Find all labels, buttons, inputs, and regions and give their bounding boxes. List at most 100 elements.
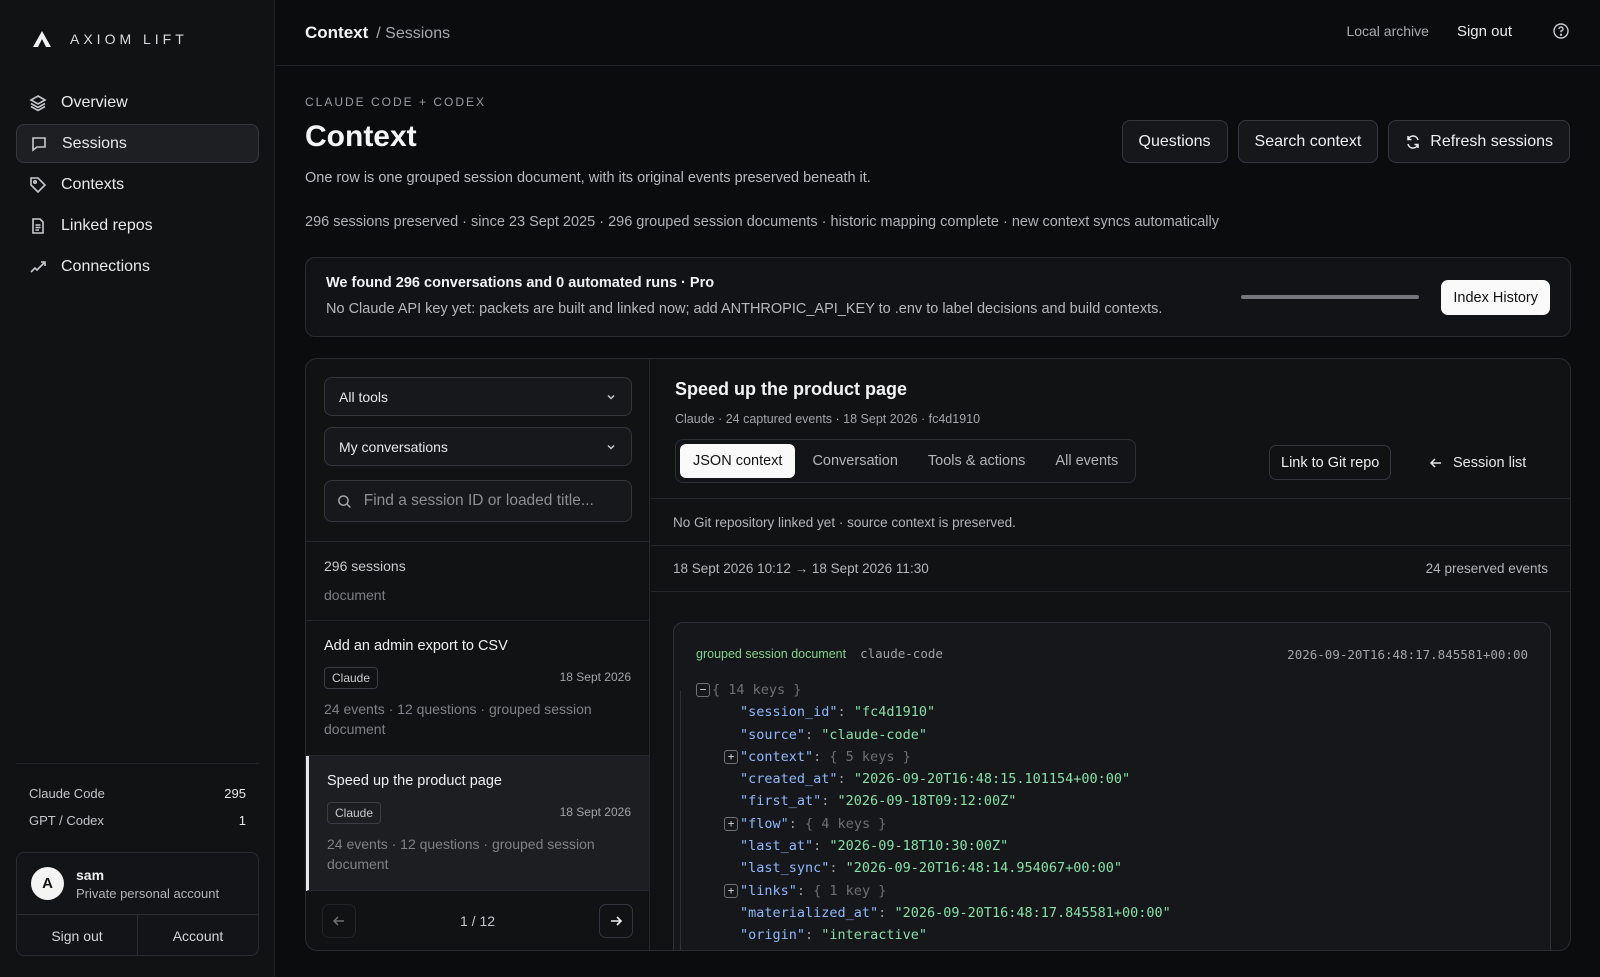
message-icon — [32, 136, 46, 152]
json-key: "first_at" — [740, 793, 822, 810]
json-line[interactable]: + "flow": { 4 keys } — [696, 813, 1536, 835]
usage-count: 295 — [224, 786, 246, 801]
json-key: "origin" — [740, 927, 806, 944]
search-context-button-label: Search context — [1254, 132, 1362, 150]
page-indicator: 1 / 12 — [459, 912, 496, 929]
tag-icon — [30, 176, 47, 193]
prev-page-button[interactable] — [322, 903, 356, 938]
sidebar-item-linked-repos[interactable]: Linked repos — [16, 206, 259, 245]
sidebar-item-label: Sessions — [62, 134, 127, 152]
json-key: "session_id" — [740, 704, 838, 721]
session-meta: 24 events · 12 questions · grouped sessi… — [324, 701, 592, 737]
scope-filter-select[interactable]: My conversations — [324, 427, 632, 466]
event-count: 24 preserved events — [1425, 561, 1548, 576]
json-line: "source": "claude-code" — [696, 724, 1536, 746]
usage-row-claude: Claude Code 295 — [29, 780, 246, 807]
json-line[interactable]: + "context": { 5 keys } — [696, 746, 1536, 768]
json-indent-guide — [680, 691, 681, 950]
session-detail: Speed up the product page Claude · 24 ca… — [651, 359, 1570, 950]
banner-text: No Claude API key yet: packets are built… — [326, 301, 1163, 317]
json-key: "last_sync" — [740, 860, 830, 877]
tab-conversation[interactable]: Conversation — [799, 444, 910, 478]
sidebar-item-label: Linked repos — [61, 216, 153, 234]
pagination: 1 / 12 — [306, 889, 649, 950]
help-icon[interactable] — [1552, 22, 1570, 40]
json-root-summary: { 14 keys } — [712, 682, 802, 698]
json-value: "2026-09-20T16:48:15.101154+00:00" — [853, 771, 1131, 788]
list-item[interactable]: Add an admin export to CSV Claude 18 Sep… — [306, 621, 649, 756]
sidebar-item-sessions[interactable]: Sessions — [16, 124, 259, 163]
session-search — [324, 480, 632, 522]
chevron-down-icon — [607, 444, 615, 450]
session-detail-meta: Claude · 24 captured events · 18 Sept 20… — [675, 412, 981, 426]
questions-button[interactable]: Questions — [1121, 120, 1228, 163]
session-date: 18 Sept 2026 — [559, 805, 631, 819]
account-button[interactable]: Account — [138, 915, 258, 955]
questions-button-label: Questions — [1138, 132, 1211, 150]
json-line: "last_at": "2026-09-18T10:30:00Z" — [696, 835, 1536, 857]
tab-json-context[interactable]: JSON context — [680, 444, 796, 478]
expand-toggle[interactable]: + — [724, 816, 738, 831]
sidebar-item-contexts[interactable]: Contexts — [16, 165, 259, 204]
session-count-sub: document — [324, 587, 386, 603]
session-tool-badge: Claude — [324, 667, 379, 689]
layers-icon — [29, 94, 47, 111]
session-detail-title: Speed up the product page — [675, 379, 908, 399]
session-meta: 24 events · 12 questions · grouped sessi… — [327, 836, 595, 872]
next-page-button[interactable] — [599, 903, 633, 938]
sidebar-item-overview[interactable]: Overview — [16, 83, 259, 122]
search-icon — [338, 494, 351, 508]
index-history-button[interactable]: Index History — [1441, 280, 1550, 315]
sidebar-item-connections[interactable]: Connections — [16, 247, 259, 286]
search-context-button[interactable]: Search context — [1237, 120, 1379, 163]
usage-label: GPT / Codex — [29, 813, 104, 828]
tab-tools-actions[interactable]: Tools & actions — [915, 444, 1039, 478]
json-value: "2026-09-18T09:12:00Z" — [837, 793, 1017, 810]
json-collapsed-summary: { 5 keys } — [829, 748, 911, 765]
page-title: Context — [305, 120, 417, 153]
top-sign-out-button[interactable]: Sign out — [1457, 23, 1512, 40]
link-git-repo-button[interactable]: Link to Git repo — [1269, 445, 1392, 480]
arrow-right-icon — [611, 915, 623, 926]
topbar: Context / Sessions Local archive Sign ou… — [276, 0, 1600, 66]
tab-all-events[interactable]: All events — [1042, 444, 1131, 478]
stats-summary: 296 sessions preserved · since 23 Sept 2… — [305, 214, 1219, 230]
refresh-sessions-button[interactable]: Refresh sessions — [1388, 120, 1570, 163]
page-eyebrow: CLAUDE CODE + CODEX — [305, 95, 487, 109]
sign-out-button[interactable]: Sign out — [17, 915, 138, 955]
refresh-icon — [1407, 134, 1420, 149]
json-collapsed-summary: { 1 key } — [813, 882, 887, 899]
search-input[interactable] — [363, 492, 619, 510]
collapse-toggle[interactable]: − — [696, 683, 710, 698]
local-archive-link[interactable]: Local archive — [1346, 23, 1429, 39]
expand-toggle[interactable]: + — [724, 750, 738, 765]
document-source-label: claude-code — [860, 646, 943, 661]
session-list-button-label: Session list — [1453, 454, 1527, 471]
session-list-column: All tools My conversations 296 sessions … — [306, 359, 650, 950]
account-card: A sam Private personal account Sign out … — [16, 852, 259, 956]
session-count-label: 296 sessions — [324, 558, 406, 574]
index-progress-bar — [1241, 295, 1419, 299]
sidebar-item-label: Overview — [61, 93, 128, 111]
sidebar-item-label: Connections — [61, 257, 150, 275]
index-banner: We found 296 conversations and 0 automat… — [305, 257, 1571, 337]
link-icon — [30, 260, 46, 273]
document-timestamp: 2026-09-20T16:48:17.845581+00:00 — [1287, 647, 1528, 662]
json-root-line: −{ 14 keys } — [696, 679, 1536, 701]
json-line[interactable]: + "links": { 1 key } — [696, 880, 1536, 902]
sessions-panel: All tools My conversations 296 sessions … — [305, 358, 1571, 951]
session-list-button[interactable]: Session list — [1417, 445, 1538, 480]
arrow-left-icon — [332, 915, 344, 926]
breadcrumb-root[interactable]: Context — [305, 23, 368, 43]
json-line: "session_id": "fc4d1910" — [696, 701, 1536, 723]
tool-filter-select[interactable]: All tools — [324, 377, 632, 416]
brand-logo[interactable]: AXIOM LIFT — [32, 30, 188, 48]
list-item[interactable]: Speed up the product page Claude 18 Sept… — [306, 756, 649, 891]
sidebar-item-label: Contexts — [61, 175, 125, 193]
session-title: Add an admin export to CSV — [324, 638, 508, 654]
breadcrumb-current: / Sessions — [376, 25, 451, 42]
refresh-sessions-button-label: Refresh sessions — [1430, 132, 1553, 150]
json-key: "flow" — [740, 815, 789, 832]
banner-title: We found 296 conversations and 0 automat… — [326, 275, 715, 291]
expand-toggle[interactable]: + — [724, 883, 738, 898]
